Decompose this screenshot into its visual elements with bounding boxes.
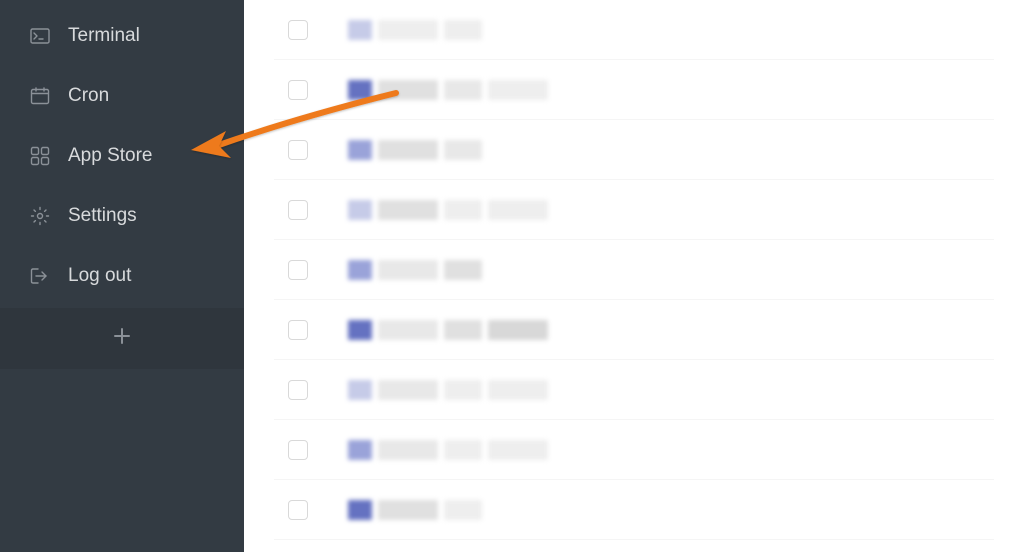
sidebar-item-label: Log out: [68, 265, 131, 287]
gear-icon: [30, 206, 50, 226]
row-content-placeholder: [348, 320, 548, 340]
sidebar-add-button[interactable]: [0, 308, 244, 369]
row-checkbox[interactable]: [288, 320, 308, 340]
row-checkbox[interactable]: [288, 200, 308, 220]
row-content-placeholder: [348, 140, 482, 160]
list-item[interactable]: [274, 300, 994, 360]
sidebar: Terminal Cron App Store: [0, 0, 244, 552]
sidebar-item-app-store[interactable]: App Store: [0, 126, 244, 186]
row-content-placeholder: [348, 200, 548, 220]
list-item[interactable]: [274, 360, 994, 420]
row-checkbox[interactable]: [288, 20, 308, 40]
sidebar-item-terminal[interactable]: Terminal: [0, 6, 244, 66]
sidebar-item-cron[interactable]: Cron: [0, 66, 244, 126]
row-content-placeholder: [348, 260, 482, 280]
row-checkbox[interactable]: [288, 440, 308, 460]
list-item[interactable]: [274, 240, 994, 300]
list-item[interactable]: [274, 420, 994, 480]
sidebar-item-label: Settings: [68, 205, 137, 227]
terminal-icon: [30, 26, 50, 46]
sidebar-item-log-out[interactable]: Log out: [0, 246, 244, 306]
list-item[interactable]: [274, 120, 994, 180]
sidebar-item-settings[interactable]: Settings: [0, 186, 244, 246]
list-item[interactable]: [274, 480, 994, 540]
row-checkbox[interactable]: [288, 260, 308, 280]
row-content-placeholder: [348, 20, 482, 40]
list-item[interactable]: [274, 180, 994, 240]
main-content: [244, 0, 1024, 552]
list-item[interactable]: [274, 0, 994, 60]
apps-icon: [30, 146, 50, 166]
row-checkbox[interactable]: [288, 500, 308, 520]
calendar-icon: [30, 86, 50, 106]
row-content-placeholder: [348, 380, 548, 400]
row-checkbox[interactable]: [288, 380, 308, 400]
plus-icon: [114, 328, 130, 349]
sidebar-item-label: Terminal: [68, 25, 140, 47]
row-content-placeholder: [348, 80, 548, 100]
row-content-placeholder: [348, 500, 482, 520]
logout-icon: [30, 266, 50, 286]
row-content-placeholder: [348, 440, 548, 460]
row-checkbox[interactable]: [288, 80, 308, 100]
sidebar-item-label: Cron: [68, 85, 109, 107]
sidebar-item-label: App Store: [68, 145, 153, 167]
list-item[interactable]: [274, 60, 994, 120]
row-checkbox[interactable]: [288, 140, 308, 160]
